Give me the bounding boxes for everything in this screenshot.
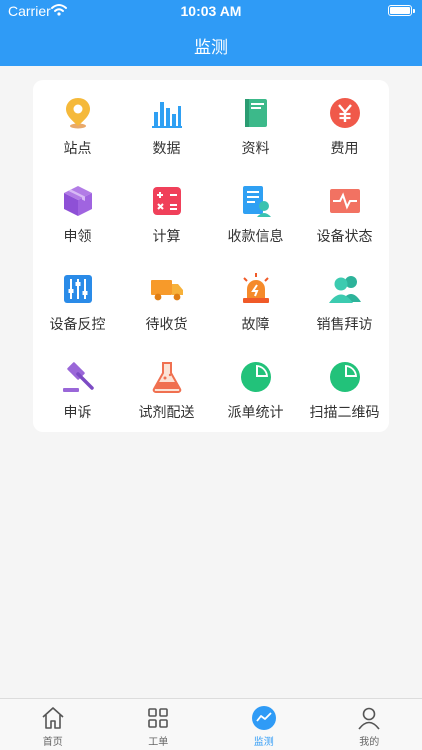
grid-item-appeal[interactable]: 申诉: [33, 344, 122, 432]
tab-label: 我的: [359, 737, 380, 748]
flask-icon: [152, 362, 181, 393]
grid-item-label: 设备反控: [49, 317, 106, 333]
grid-icon: [148, 708, 169, 728]
grid-item-sales-visit[interactable]: 销售拜访: [300, 256, 389, 344]
grid-item-label: 费用: [330, 141, 359, 157]
tab-home[interactable]: 首页: [0, 699, 106, 750]
home-icon: [42, 707, 64, 729]
grid-item-label: 试剂配送: [138, 405, 195, 421]
users-icon: [328, 276, 361, 303]
book-icon: [244, 99, 267, 127]
location-pin-icon: [65, 98, 90, 129]
battery-icon: [388, 5, 415, 16]
grid-item-label: 销售拜访: [316, 317, 373, 333]
function-grid-card: 站点 数据 资料 费用 申领 计算 收款信息 设备状态 设备反控 待收货 故障 …: [33, 80, 389, 432]
grid-item-pending-receipt[interactable]: 待收货: [122, 256, 211, 344]
grid-item-payment-info[interactable]: 收款信息: [211, 168, 300, 256]
grid-item-device-status[interactable]: 设备状态: [300, 168, 389, 256]
pie-chart-icon: [240, 362, 271, 392]
grid-item-label: 扫描二维码: [309, 405, 380, 421]
grid-item-label: 申诉: [63, 405, 92, 421]
yuan-coin-icon: [329, 98, 360, 128]
tab-mine[interactable]: 我的: [317, 699, 422, 750]
grid-item-device-control[interactable]: 设备反控: [33, 256, 122, 344]
tab-label: 首页: [42, 737, 63, 748]
alarm-light-icon: [242, 273, 269, 303]
package-box-icon: [63, 186, 92, 216]
grid-item-label: 计算: [152, 229, 181, 245]
grid-item-calculate[interactable]: 计算: [122, 168, 211, 256]
heartbeat-monitor-icon: [329, 189, 360, 213]
bottom-tab-bar: 首页 工单 监测 我的: [0, 698, 422, 750]
payment-doc-icon: [242, 186, 271, 217]
grid-item-label: 设备状态: [316, 229, 373, 245]
grid-item-label: 站点: [63, 141, 92, 157]
status-bar: Carrier 10:03 AM: [0, 0, 422, 22]
header-bar: Carrier 10:03 AM 监测: [0, 0, 422, 66]
grid-item-label: 收款信息: [227, 229, 284, 245]
grid-item-label: 资料: [241, 141, 270, 157]
calculator-icon: [152, 187, 181, 215]
grid-item-materials[interactable]: 资料: [211, 80, 300, 168]
grid-item-fees[interactable]: 费用: [300, 80, 389, 168]
grid-item-label: 待收货: [145, 317, 188, 333]
tab-monitor[interactable]: 监测: [211, 699, 317, 750]
clock: 10:03 AM: [180, 3, 242, 19]
grid-item-scan-qrcode[interactable]: 扫描二维码: [300, 344, 389, 432]
sliders-icon: [63, 275, 92, 303]
trend-icon: [251, 706, 276, 730]
user-icon: [358, 707, 380, 730]
grid-item-label: 派单统计: [227, 405, 284, 421]
grid-item-apply[interactable]: 申领: [33, 168, 122, 256]
tab-work-order[interactable]: 工单: [106, 699, 212, 750]
grid-item-label: 申领: [63, 229, 92, 245]
bar-chart-icon: [151, 102, 182, 128]
grid-item-fault[interactable]: 故障: [211, 256, 300, 344]
grid-item-label: 故障: [241, 317, 270, 333]
grid-item-label: 数据: [152, 141, 181, 157]
page-title: 监测: [194, 38, 228, 58]
grid-item-sites[interactable]: 站点: [33, 80, 122, 168]
tab-label: 监测: [253, 737, 274, 748]
grid-item-dispatch-stats[interactable]: 派单统计: [211, 344, 300, 432]
gavel-icon: [62, 362, 94, 392]
grid-item-reagent-delivery[interactable]: 试剂配送: [122, 344, 211, 432]
tab-label: 工单: [148, 737, 169, 748]
grid-item-data[interactable]: 数据: [122, 80, 211, 168]
pie-chart-icon: [329, 362, 360, 392]
delivery-truck-icon: [150, 280, 183, 301]
